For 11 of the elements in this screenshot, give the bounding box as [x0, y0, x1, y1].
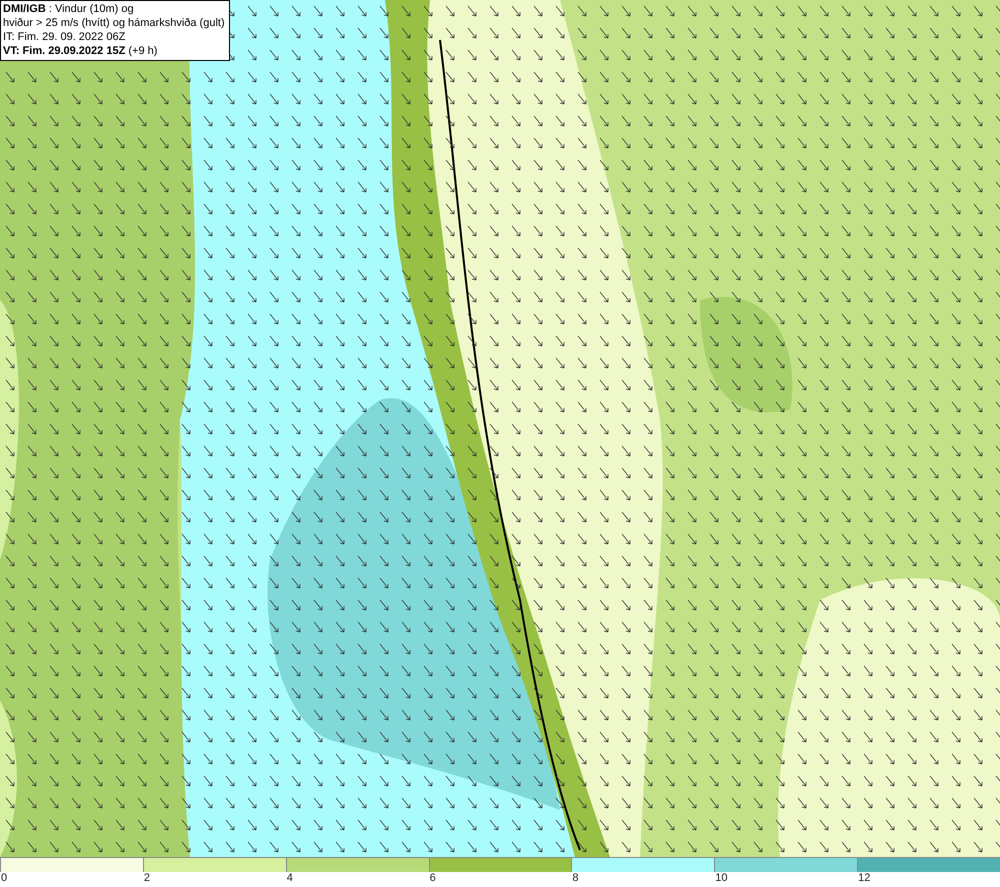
legend-label: 8 — [571, 872, 579, 885]
info-text: IT: Fim. 29. 09. 2022 06Z — [3, 30, 126, 44]
info-text: DMI/IGB : Vindur (10m) og — [3, 2, 135, 16]
info-text: VT: Fim. 29.09.2022 15Z (+9 h) — [3, 44, 158, 58]
info-text: hviður > 25 m/s (hvítt) og hámarkshviða (gult) — [3, 16, 225, 30]
legend-label: 0 — [0, 872, 8, 885]
legend-label: 4 — [286, 872, 293, 885]
legend-label: 10 — [714, 872, 728, 885]
legend-label: 2 — [142, 872, 150, 885]
legend-label: 6 — [428, 872, 436, 885]
legend-label: 12 — [857, 872, 870, 885]
